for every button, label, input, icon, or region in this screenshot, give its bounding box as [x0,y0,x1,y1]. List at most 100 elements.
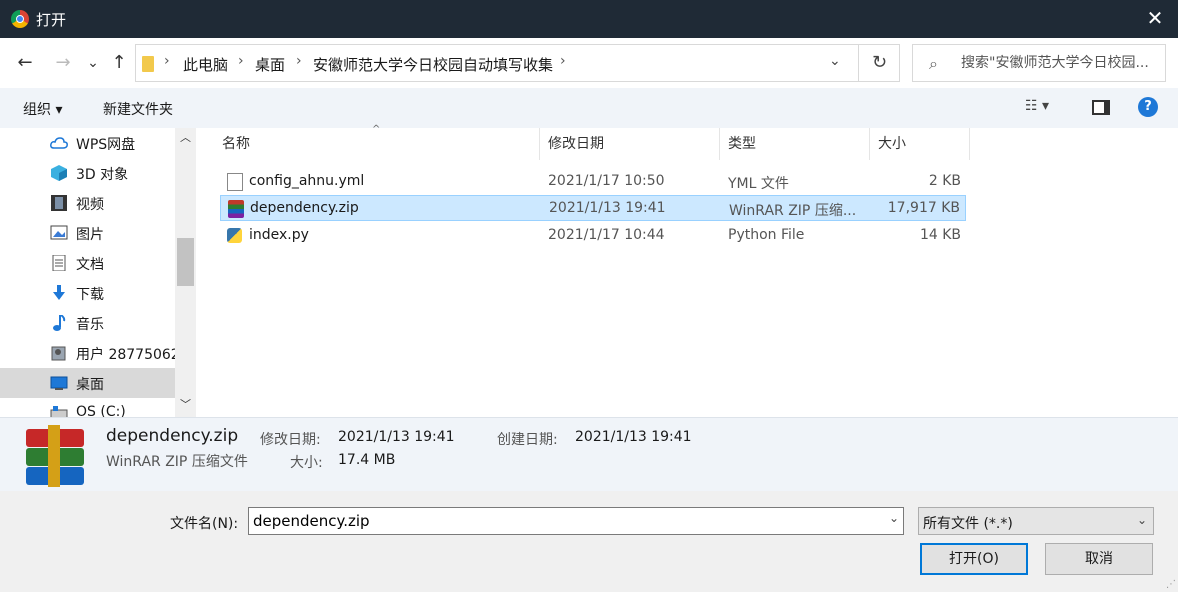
file-name: config_ahnu.yml [249,173,365,189]
recent-locations-chevron-icon[interactable]: ⌄ [84,51,102,75]
scrollbar-thumb[interactable] [177,238,194,286]
details-file-name: dependency.zip [106,426,239,446]
navigation-pane: WPS网盘 3D 对象 视频 图片 文档 下载 音乐 用户 28775062 桌… [0,128,196,417]
details-pane: dependency.zip WinRAR ZIP 压缩文件 修改日期: 202… [0,417,1178,491]
sidebar-item-label: 桌面 [76,377,104,393]
file-row-index-py[interactable]: index.py 2021/1/17 10:44 Python File 14 … [220,223,966,249]
download-icon [53,285,65,300]
file-name: dependency.zip [250,200,359,216]
drive-icon [50,406,68,417]
sidebar-item-label: 3D 对象 [76,167,129,183]
sidebar-item-downloads[interactable]: 下载 [0,278,175,308]
sidebar-item-label: 用户 28775062 [76,347,180,363]
breadcrumb-separator[interactable]: › [238,53,244,69]
sidebar-item-os-drive[interactable]: OS (C:) [0,398,175,417]
forward-arrow-icon[interactable]: → [52,51,74,75]
breadcrumb-desktop[interactable]: 桌面 [255,54,285,75]
scroll-up-arrow-icon[interactable]: ︿ [175,128,196,148]
sidebar-item-user-folder[interactable]: 用户 28775062 [0,338,180,368]
sidebar-item-music[interactable]: 音乐 [0,308,175,338]
help-icon[interactable]: ? [1138,97,1158,117]
filetype-value: 所有文件 (*.*) [923,516,1013,532]
filename-label: 文件名(N): [170,516,239,532]
sidebar-item-label: 下载 [76,287,104,303]
details-modified-value: 2021/1/13 19:41 [338,429,455,445]
filename-combobox[interactable]: ⌄ [248,507,904,535]
file-size: 14 KB [919,227,961,243]
address-row: ← → ⌄ ↑ › 此电脑 › 桌面 › 安徽师范大学今日校园自动填写收集 › … [0,38,1178,88]
sidebar-item-label: 视频 [76,197,104,213]
file-icon [227,173,243,191]
sidebar-item-label: 文档 [76,257,104,273]
details-created-label: 创建日期: [497,432,558,448]
up-arrow-icon[interactable]: ↑ [108,51,130,75]
folder-icon [142,56,154,72]
refresh-icon[interactable]: ↻ [858,45,900,81]
column-header-size[interactable]: 大小 [870,128,970,160]
sidebar-scrollbar[interactable]: ︿ ﹀ [175,128,196,417]
sidebar-item-desktop[interactable]: 桌面 [0,368,175,398]
file-type: YML 文件 [728,176,789,192]
column-header-type[interactable]: 类型 [720,128,870,160]
resize-grip-icon[interactable]: ⋰ [1166,579,1176,590]
title-bar: 打开 ✕ [0,0,1178,38]
breadcrumb-current-folder[interactable]: 安徽师范大学今日校园自动填写收集 [313,54,553,75]
organize-menu-button[interactable]: 组织 ▾ [23,99,62,119]
file-name: index.py [249,227,309,243]
music-icon [53,315,66,331]
file-modified: 2021/1/17 10:50 [548,173,665,189]
sidebar-item-label: 图片 [76,227,104,243]
desktop-icon [50,376,68,390]
breadcrumb-separator[interactable]: › [296,53,302,69]
address-dropdown-chevron-icon[interactable]: ⌄ [829,53,841,69]
window-title: 打开 [36,11,67,29]
details-created-value: 2021/1/13 19:41 [575,429,692,445]
search-box[interactable]: ⌕ [912,44,1166,82]
sidebar-item-label: OS (C:) [76,404,126,417]
column-header-name[interactable]: 名称 [214,128,540,160]
sidebar-item-label: WPS网盘 [76,137,136,153]
picture-icon [50,225,68,240]
cancel-button[interactable]: 取消 [1045,543,1153,575]
search-input[interactable] [961,51,1163,75]
user-folder-icon [51,346,66,361]
search-icon: ⌕ [929,54,938,73]
breadcrumb-separator[interactable]: › [164,53,170,69]
file-modified: 2021/1/13 19:41 [549,200,666,216]
new-folder-button[interactable]: 新建文件夹 [103,99,173,119]
back-arrow-icon[interactable]: ← [14,51,36,75]
cloud-icon [50,137,68,149]
file-list: ^ 名称 修改日期 类型 大小 config_ahnu.yml 2021/1/1… [196,124,1178,417]
file-row-dependency-zip[interactable]: dependency.zip 2021/1/13 19:41 WinRAR ZI… [220,195,966,221]
file-size: 2 KB [928,173,961,189]
breadcrumb-separator[interactable]: › [560,53,566,69]
scroll-down-arrow-icon[interactable]: ﹀ [175,395,196,415]
filetype-select[interactable]: 所有文件 (*.*) ⌄ [918,507,1154,535]
chevron-down-icon[interactable]: ⌄ [889,511,899,525]
details-size-value: 17.4 MB [338,452,396,468]
sidebar-item-label: 音乐 [76,317,104,333]
file-row-config-ahnu-yml[interactable]: config_ahnu.yml 2021/1/17 10:50 YML 文件 2… [220,169,966,195]
command-toolbar: 组织 ▾ 新建文件夹 ☷ ▾ ? [0,88,1178,128]
cube-icon [51,165,67,181]
document-icon [52,255,66,271]
column-header-modified[interactable]: 修改日期 [540,128,720,160]
file-size: 17,917 KB [887,200,960,216]
sidebar-item-wps-cloud[interactable]: WPS网盘 [0,128,175,158]
details-size-label: 大小: [290,455,323,471]
breadcrumb-this-pc[interactable]: 此电脑 [183,54,228,75]
preview-pane-icon[interactable] [1092,100,1110,115]
file-type: Python File [728,227,805,243]
filename-input[interactable] [253,511,873,531]
sidebar-item-videos[interactable]: 视频 [0,188,175,218]
chevron-down-icon[interactable]: ⌄ [1137,513,1147,527]
python-icon [227,228,242,243]
open-button[interactable]: 打开(O) [920,543,1028,575]
view-options-icon[interactable]: ☷ ▾ [1025,98,1049,114]
close-button[interactable]: ✕ [1132,0,1178,38]
sidebar-item-3d-objects[interactable]: 3D 对象 [0,158,175,188]
details-file-type: WinRAR ZIP 压缩文件 [106,454,248,470]
address-bar[interactable]: › 此电脑 › 桌面 › 安徽师范大学今日校园自动填写收集 › ⌄ ↻ [135,44,900,82]
sidebar-item-pictures[interactable]: 图片 [0,218,175,248]
sidebar-item-documents[interactable]: 文档 [0,248,175,278]
